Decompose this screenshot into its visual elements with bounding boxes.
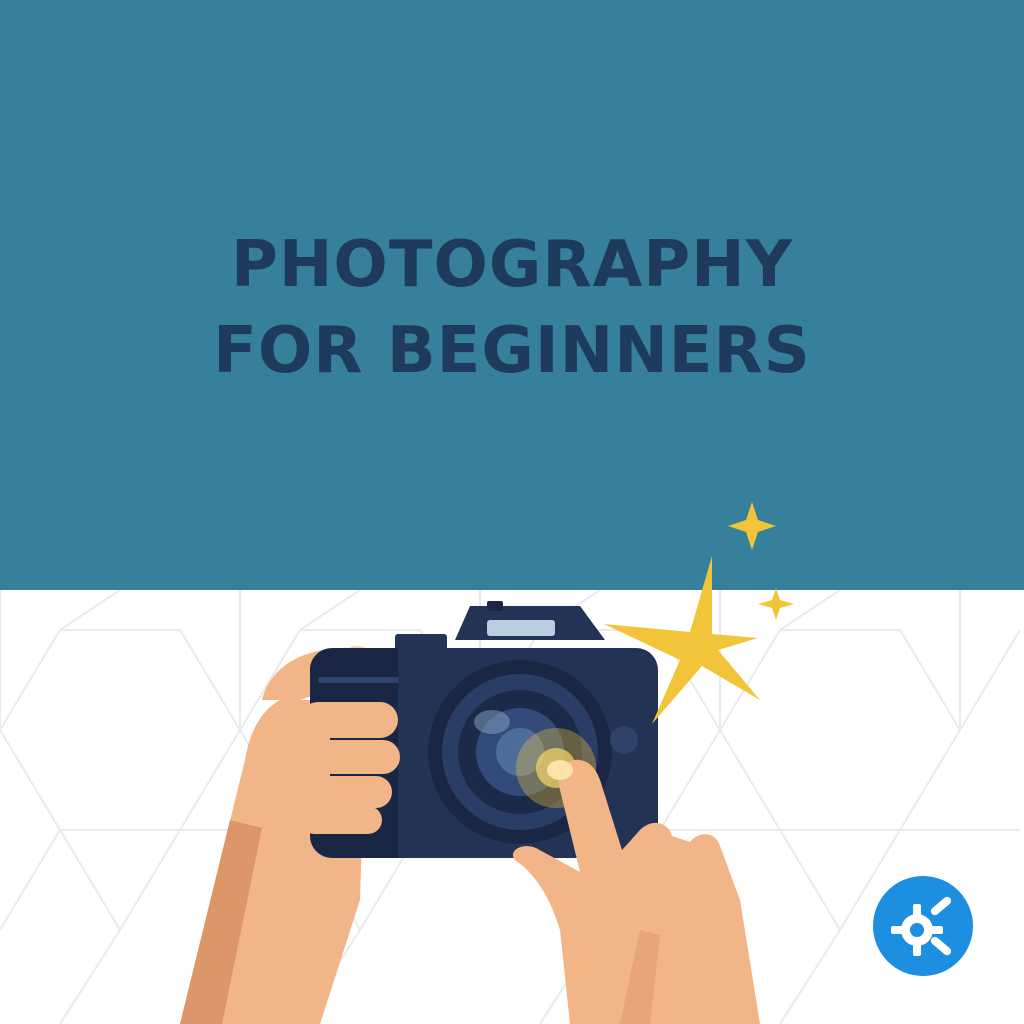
- poster: PHOTOGRAPHY FOR BEGINNERS: [0, 0, 1024, 1024]
- gear-badge-icon: [873, 876, 973, 976]
- photographer-illustration: [180, 502, 794, 1024]
